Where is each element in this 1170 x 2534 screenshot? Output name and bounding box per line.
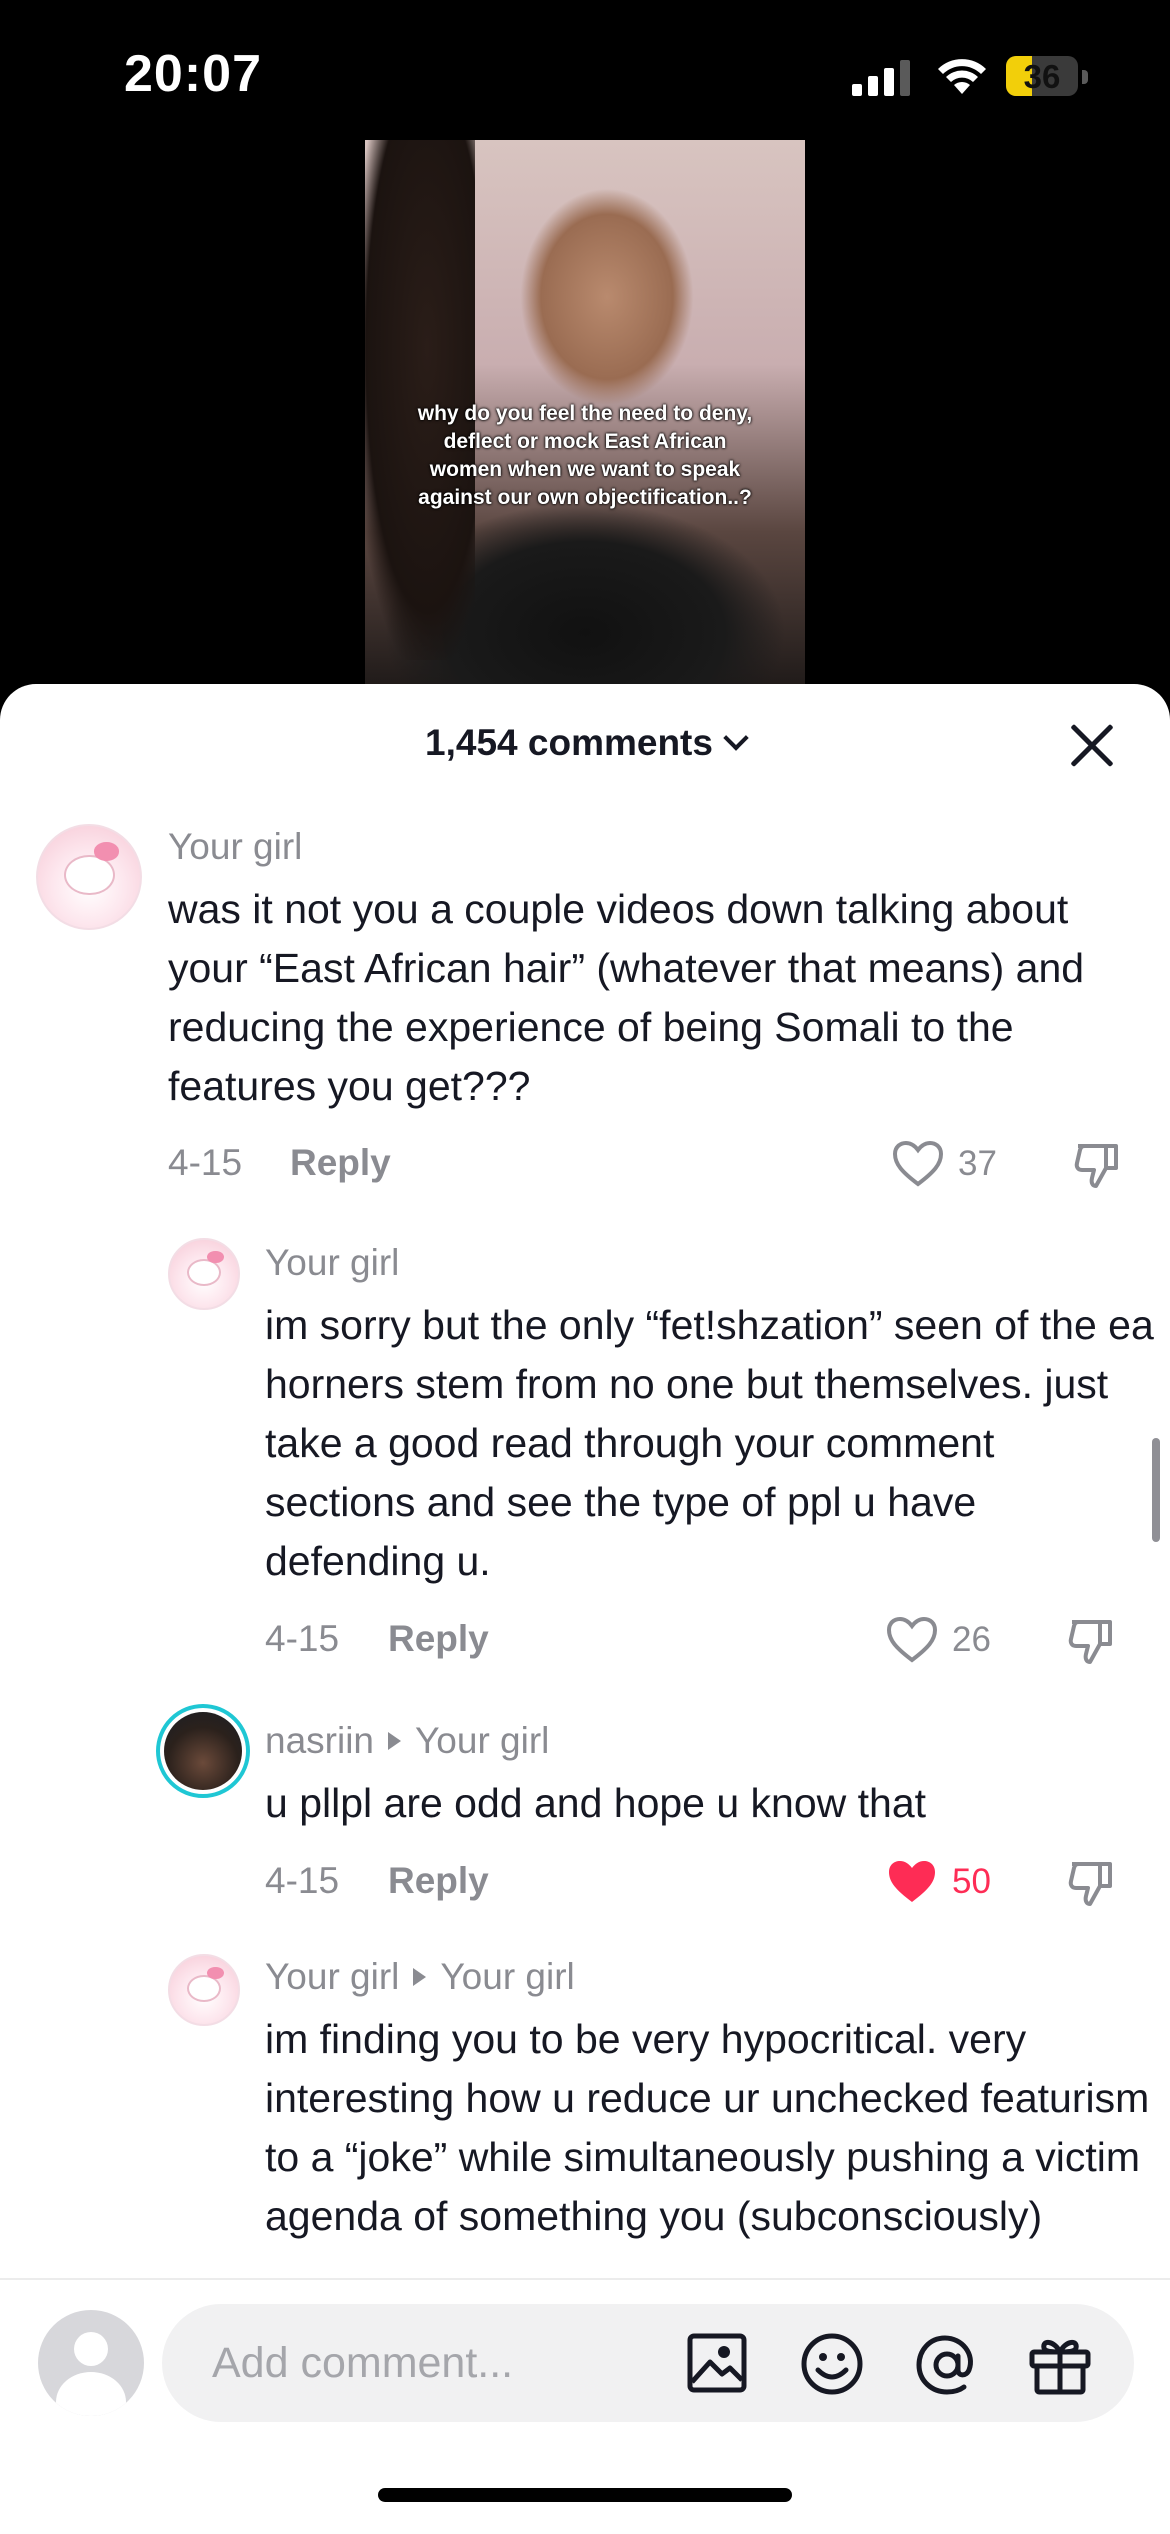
reply-target: Your girl <box>415 1720 550 1761</box>
dislike-icon[interactable] <box>1072 1140 1122 1190</box>
heart-icon[interactable] <box>886 1858 938 1906</box>
comment-placeholder: Add comment... <box>212 2339 514 2387</box>
close-icon[interactable] <box>1068 722 1116 770</box>
avatar-head <box>74 2332 108 2366</box>
avatar-image <box>187 1259 221 1287</box>
comment-date: 4-15 <box>265 1860 340 1901</box>
like-count: 50 <box>952 1862 991 1901</box>
reply-button[interactable]: Reply <box>388 1618 489 1660</box>
comments-count-label: 1,454 comments <box>425 722 713 763</box>
battery-level: 36 <box>1023 58 1061 95</box>
comments-count-button[interactable]: 1,454 comments <box>0 722 1170 764</box>
emoji-icon[interactable] <box>800 2332 864 2396</box>
mention-icon[interactable] <box>914 2332 980 2398</box>
reply-button[interactable]: Reply <box>388 1860 489 1902</box>
avatar[interactable] <box>36 824 142 930</box>
comment-item: Your girl Your girl im finding you to be … <box>0 1954 1170 2276</box>
reply-arrow-icon <box>413 1968 427 1986</box>
reply-target: Your girl <box>440 1956 575 1997</box>
comment-username[interactable]: Your girl <box>168 826 302 868</box>
comment-text: was it not you a couple videos down talk… <box>168 886 1085 1109</box>
signal-icon <box>852 60 910 96</box>
avatar[interactable] <box>168 1954 240 2026</box>
dislike-icon[interactable] <box>1066 1616 1116 1666</box>
scrollbar[interactable] <box>1152 1438 1160 1542</box>
wifi-icon <box>938 59 986 94</box>
comment-username[interactable]: nasriin Your girl <box>265 1720 549 1762</box>
avatar[interactable] <box>156 1704 250 1798</box>
video-caption: why do you feel the need to deny, deflec… <box>417 402 753 509</box>
avatar-bow <box>207 1250 224 1264</box>
comment-date: 4-15 <box>168 1142 243 1183</box>
dislike-icon[interactable] <box>1066 1858 1116 1908</box>
comment-username[interactable]: Your girl Your girl <box>265 1956 575 1998</box>
avatar[interactable] <box>168 1238 240 1310</box>
sheet-header: 1,454 comments <box>0 684 1170 804</box>
comment-author: nasriin <box>265 1720 374 1761</box>
comment-username[interactable]: Your girl <box>265 1242 399 1284</box>
avatar-image <box>164 1712 242 1790</box>
heart-icon[interactable] <box>886 1616 938 1664</box>
gift-icon[interactable] <box>1028 2332 1092 2396</box>
chevron-down-icon <box>723 725 749 751</box>
avatar-bow <box>207 1966 224 1980</box>
comment-date: 4-15 <box>265 1618 340 1659</box>
reply-button[interactable]: Reply <box>290 1142 391 1184</box>
comment-input[interactable]: Add comment... <box>162 2304 1134 2422</box>
image-icon[interactable] <box>686 2332 748 2394</box>
like-count: 26 <box>952 1620 991 1659</box>
reply-arrow-icon <box>388 1732 401 1750</box>
battery-nub <box>1082 70 1088 84</box>
battery-icon: 36 <box>1006 56 1078 96</box>
like-count: 37 <box>958 1144 997 1183</box>
heart-icon[interactable] <box>892 1140 944 1188</box>
comment-text: u pllpl are odd and hope u know that <box>265 1780 927 1826</box>
comment-text: im sorry but the only “fet!shzation” see… <box>265 1302 1154 1584</box>
status-bar: 20:07 36 <box>0 0 1170 140</box>
comment-author: Your girl <box>265 1956 400 1997</box>
avatar-image <box>187 1975 221 2003</box>
avatar-body <box>56 2372 126 2416</box>
video-preview[interactable]: why do you feel the need to deny, deflec… <box>365 140 805 700</box>
home-indicator[interactable] <box>378 2488 792 2502</box>
avatar-bow <box>94 842 119 861</box>
comment-text: im finding you to be very hypocritical. … <box>265 2016 1150 2239</box>
status-time: 20:07 <box>124 45 262 103</box>
user-avatar[interactable] <box>38 2310 144 2416</box>
